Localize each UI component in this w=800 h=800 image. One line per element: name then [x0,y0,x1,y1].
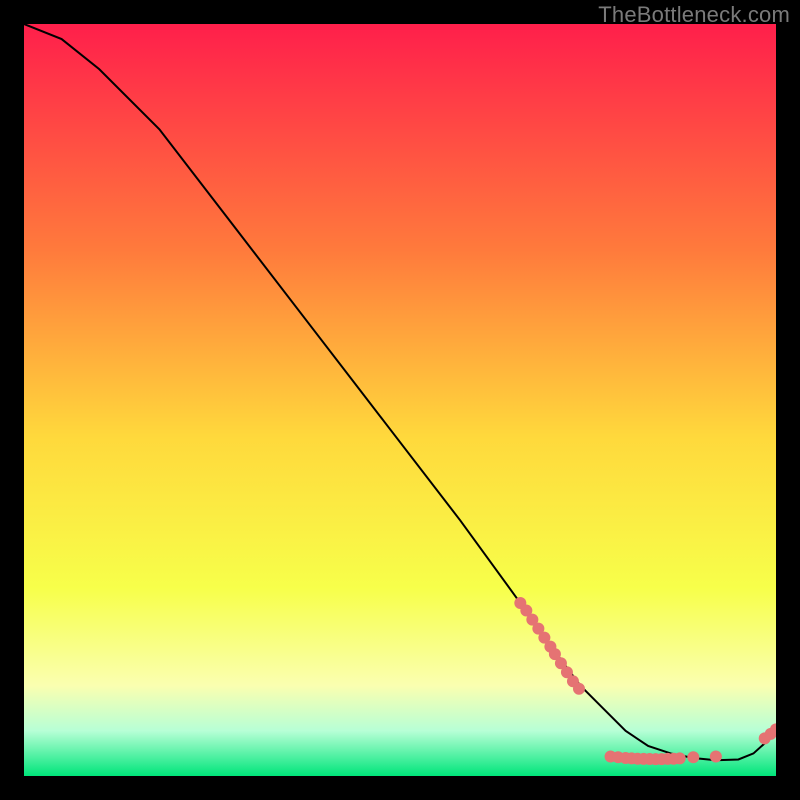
chart-container: TheBottleneck.com [0,0,800,800]
marker-point [687,751,699,763]
marker-point [710,750,722,762]
marker-point [573,683,585,695]
watermark-text: TheBottleneck.com [598,2,790,28]
plot-area [24,24,776,776]
marker-point [674,752,686,764]
gradient-background [24,24,776,776]
chart-svg [24,24,776,776]
